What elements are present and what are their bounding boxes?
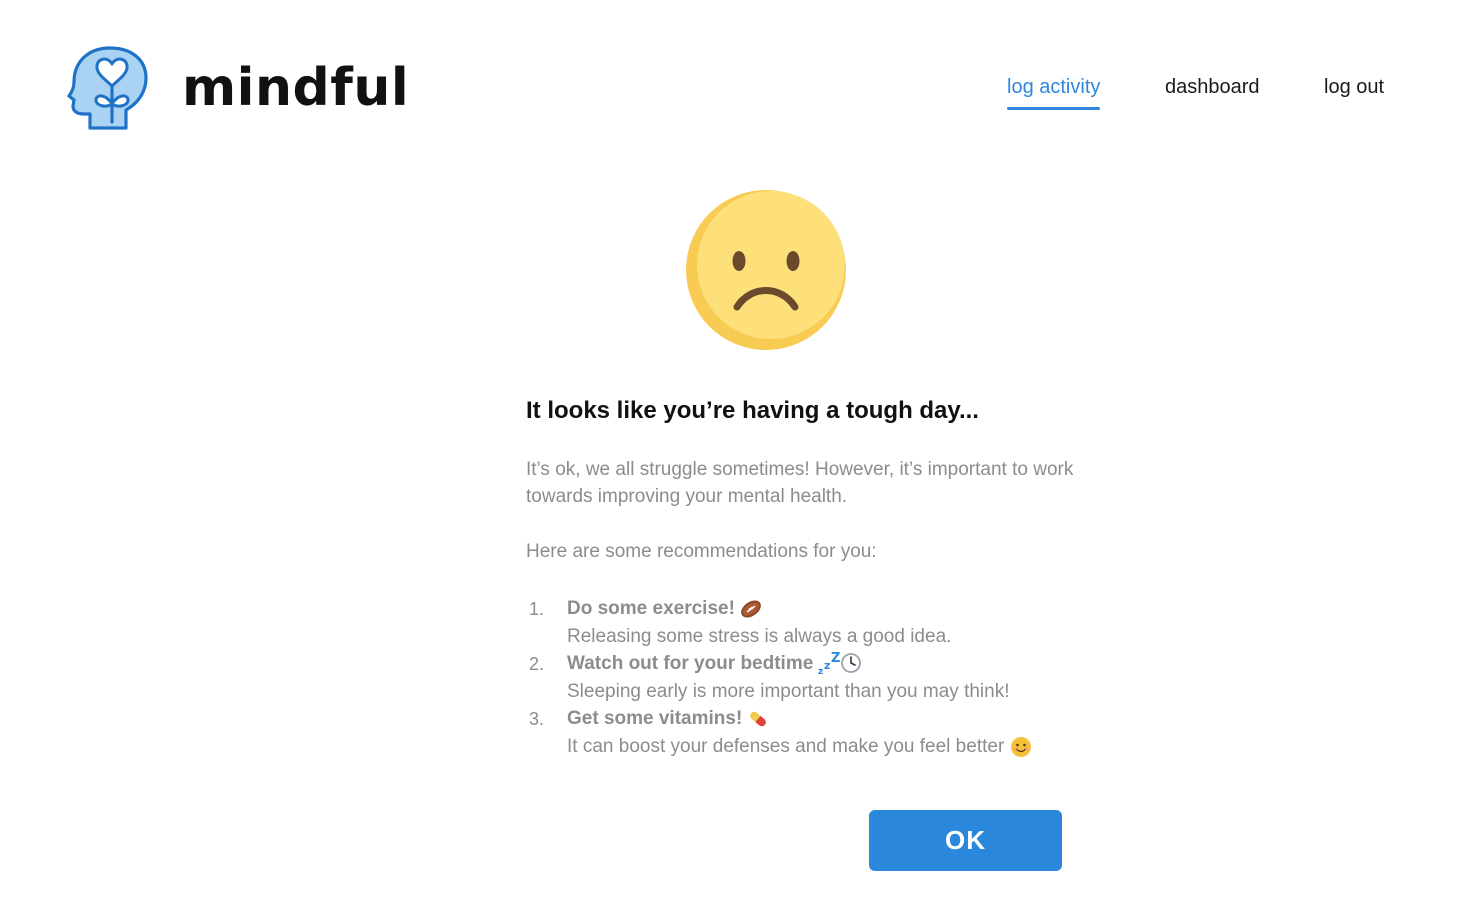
recommendation-list: 1. Do some exercise! Releasing some stre… — [526, 595, 1126, 760]
list-number: 2. — [529, 654, 545, 674]
svg-text:z: z — [824, 659, 830, 672]
nav-dashboard[interactable]: dashboard — [1165, 73, 1260, 101]
recommendation-description: It can boost your defenses and make you … — [567, 736, 1005, 757]
recommendation-title: Watch out for your bedtime — [567, 653, 814, 674]
list-item: 3. Get some vitamins! It can boost your … — [526, 705, 1126, 760]
pill-icon — [750, 711, 767, 727]
recommendation-description: Releasing some stress is always a good i… — [567, 626, 952, 647]
list-number: 1. — [529, 599, 545, 619]
zzz-clock-icon: z z Z — [818, 652, 862, 676]
sad-face-icon — [686, 190, 846, 350]
list-item: 2. Watch out for your bedtime z z Z Slee… — [526, 650, 1126, 705]
smiling-face-icon — [1010, 736, 1031, 757]
message-panel: It looks like you’re having a tough day.… — [526, 396, 1126, 760]
top-nav: log activity dashboard log out — [0, 73, 1470, 113]
recommendation-title: Do some exercise! — [567, 598, 735, 619]
recommendation-description: Sleeping early is more important than yo… — [567, 681, 1010, 702]
intro-text: It’s ok, we all struggle sometimes! Howe… — [526, 459, 1074, 507]
football-icon — [741, 600, 761, 618]
nav-log-out[interactable]: log out — [1324, 73, 1384, 101]
svg-text:z: z — [818, 667, 823, 676]
page: mindful log activity dashboard log out I… — [0, 0, 1470, 910]
ok-button[interactable]: OK — [869, 810, 1062, 871]
svg-text:Z: Z — [831, 652, 840, 666]
list-item: 1. Do some exercise! Releasing some stre… — [526, 595, 1126, 650]
recommend-intro: Here are some recommendations for you: — [526, 541, 877, 562]
list-number: 3. — [529, 709, 545, 729]
recommendation-title: Get some vitamins! — [567, 708, 743, 729]
headline: It looks like you’re having a tough day.… — [526, 397, 979, 424]
nav-log-activity[interactable]: log activity — [1007, 73, 1101, 110]
